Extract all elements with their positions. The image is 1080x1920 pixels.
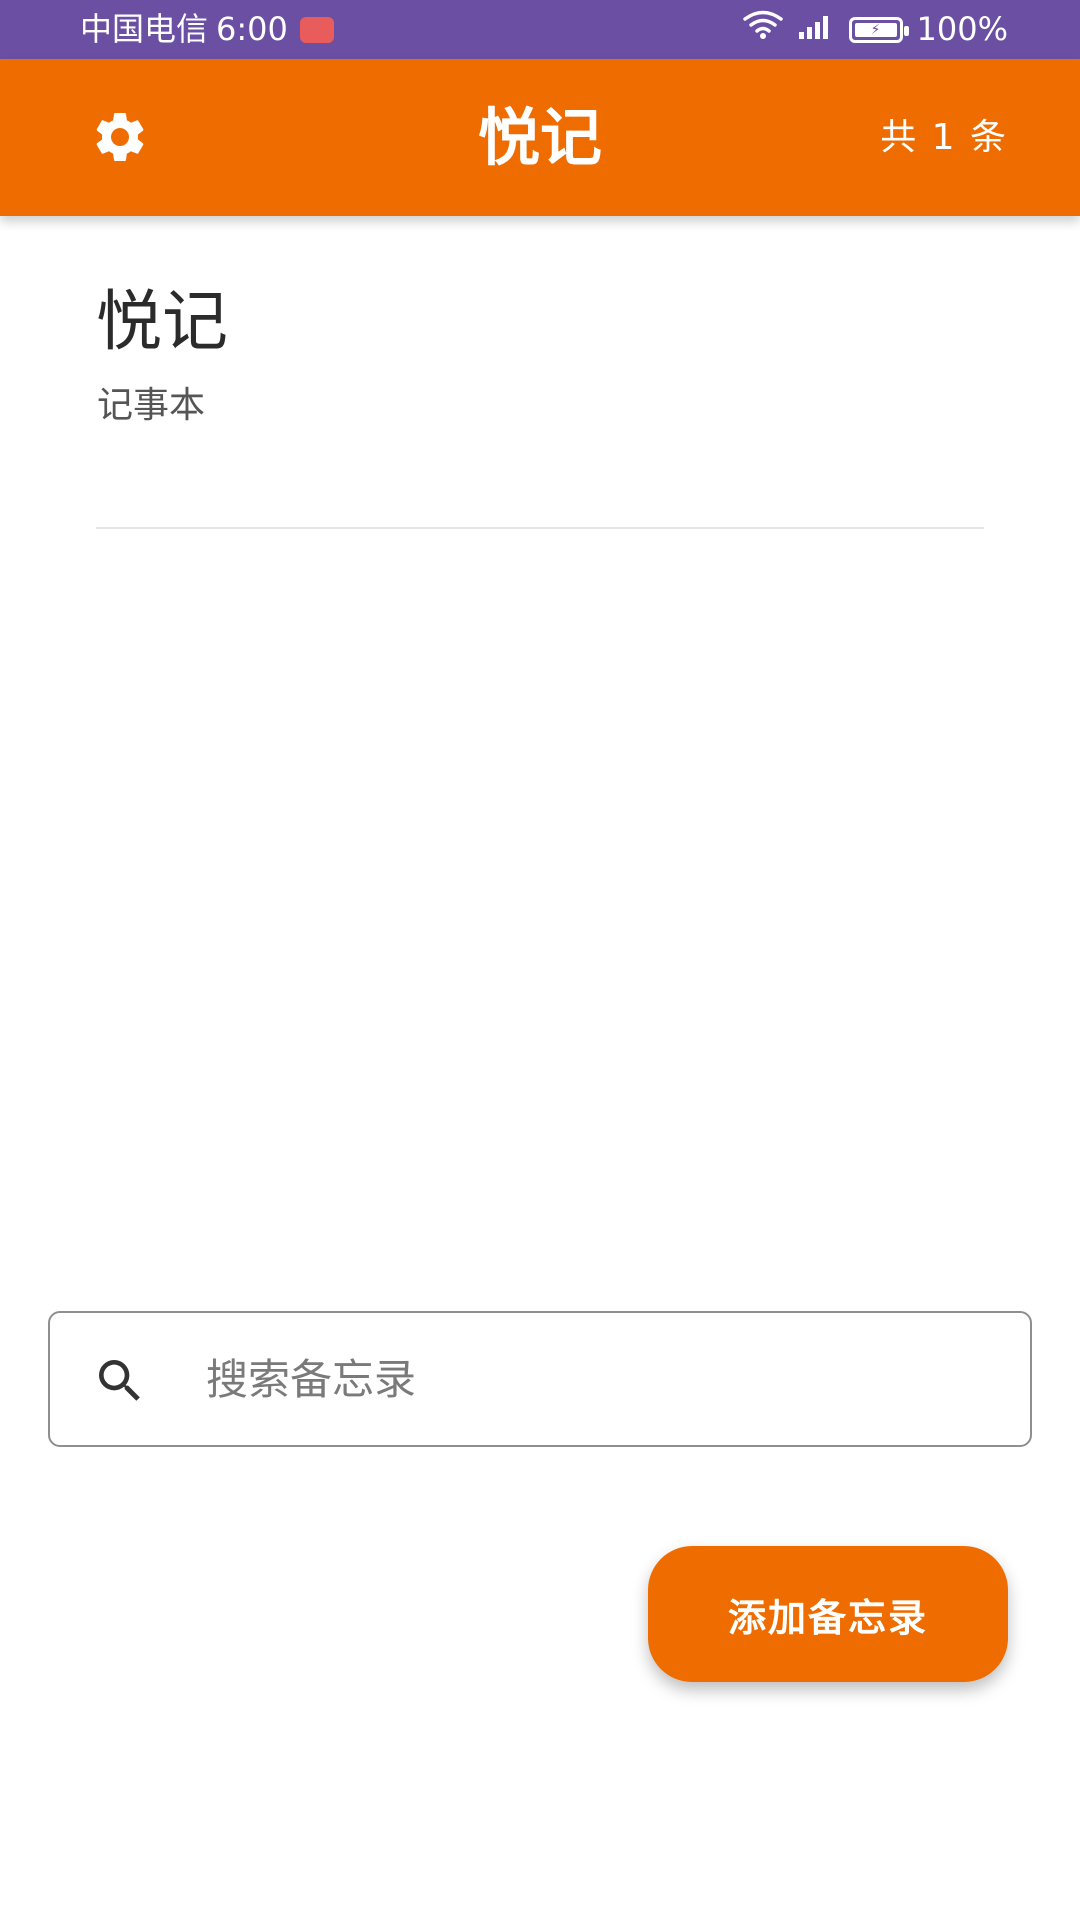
note-count: 共 1 条 bbox=[880, 117, 1008, 158]
status-left: 中国电信 6:00 bbox=[80, 0, 334, 59]
cellular-signal-icon: 4G bbox=[797, 0, 835, 59]
battery-icon: ⚡ bbox=[848, 16, 909, 43]
add-memo-button[interactable]: 添加备忘录 bbox=[648, 1546, 1008, 1682]
app-screen: 中国电信 6:00 4G bbox=[0, 0, 1080, 1920]
wifi-icon bbox=[742, 0, 783, 59]
charging-bolt-icon: ⚡ bbox=[870, 21, 881, 38]
divider bbox=[96, 527, 984, 529]
notification-app-icon bbox=[299, 16, 334, 43]
page-subtitle: 记事本 bbox=[97, 385, 206, 426]
status-time: 6:00 bbox=[216, 10, 288, 48]
carrier-name: 中国电信 bbox=[80, 10, 209, 48]
app-bar: 悦记 共 1 条 bbox=[0, 59, 1080, 216]
search-box[interactable] bbox=[48, 1311, 1032, 1447]
status-right: 4G ⚡ 100% bbox=[742, 0, 1008, 59]
status-bar: 中国电信 6:00 4G bbox=[0, 0, 1080, 59]
battery-percent: 100% bbox=[916, 10, 1008, 48]
settings-button[interactable] bbox=[88, 105, 152, 169]
search-input[interactable] bbox=[206, 1333, 996, 1425]
page-title: 悦记 bbox=[96, 283, 228, 360]
search-icon bbox=[99, 1360, 140, 1401]
gear-icon bbox=[96, 112, 144, 161]
